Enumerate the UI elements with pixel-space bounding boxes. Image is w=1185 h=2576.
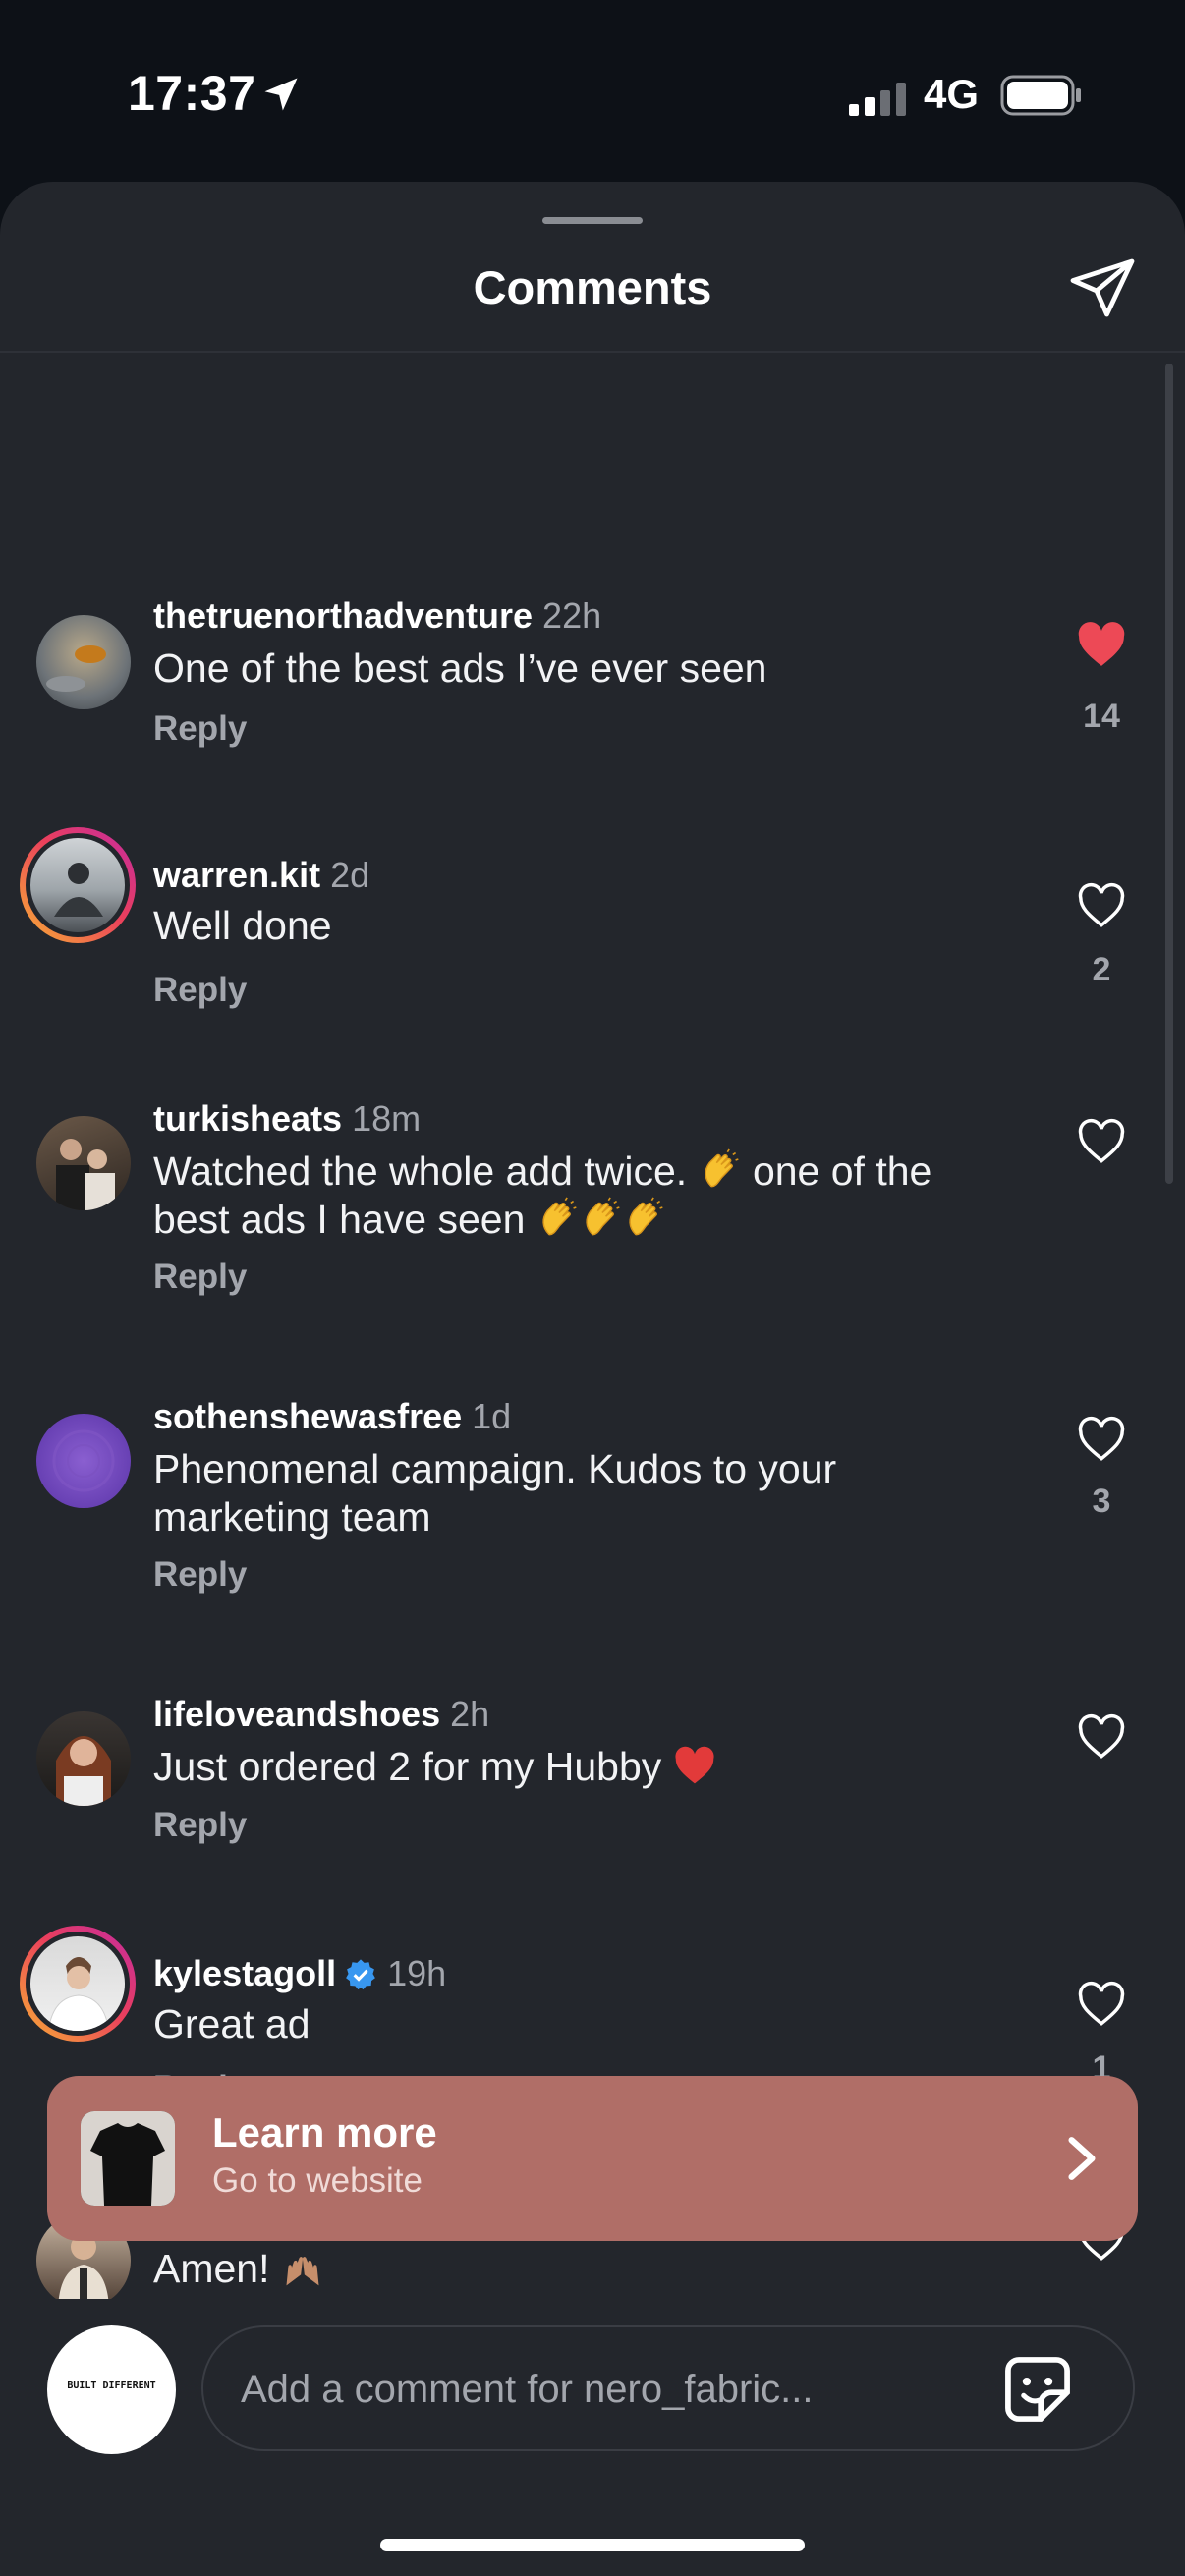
- comment-time: 18m: [352, 1098, 422, 1139]
- comment-item: sothenshewasfree 1d Phenomenal campaign. …: [0, 1376, 1185, 1632]
- status-bar: 17:37 4G: [0, 0, 1185, 182]
- reply-button[interactable]: Reply: [153, 1806, 247, 1845]
- chevron-right-icon[interactable]: [1061, 2134, 1102, 2183]
- comment-username[interactable]: kylestagoll 19h: [153, 1953, 446, 1994]
- heart-icon[interactable]: [1075, 1713, 1128, 1761]
- comment-text: Watched the whole add twice. one of the …: [153, 1148, 932, 1242]
- avatar: [26, 1932, 130, 2036]
- like-count: 2: [1092, 951, 1111, 988]
- location-arrow-icon: [264, 78, 298, 111]
- comment-text: Well done: [153, 903, 332, 948]
- heart-icon[interactable]: [1075, 621, 1128, 668]
- comment-text: Great ad: [153, 2001, 310, 2046]
- network-type: 4G: [924, 71, 980, 117]
- my-avatar-logo-text: BUILT DIFFERENT: [67, 2380, 156, 2391]
- avatar-photo: [56, 1736, 111, 1806]
- heart-icon[interactable]: [1075, 1118, 1128, 1165]
- comment-time: 19h: [387, 1953, 447, 1993]
- sheet-title: Comments: [473, 261, 712, 313]
- comment-username[interactable]: thetruenorthadventure 22h: [153, 595, 601, 637]
- sticker-icon[interactable]: [1000, 2352, 1075, 2427]
- learn-more-banner[interactable]: [47, 2076, 1138, 2241]
- home-indicator[interactable]: [380, 2539, 805, 2551]
- clapping-hands-emoji: [586, 1197, 620, 1236]
- comment-text: Phenomenal campaign. Kudos to your marke…: [153, 1446, 837, 1540]
- avatar: [26, 833, 130, 937]
- cellular-signal-icon: [849, 83, 906, 116]
- heart-icon[interactable]: [1075, 1981, 1128, 2028]
- raised-hands-emoji: [286, 2257, 319, 2286]
- comment-username[interactable]: warren.kit 2d: [153, 855, 369, 896]
- comment-time: 1d: [472, 1396, 512, 1436]
- comment-text: One of the best ads I’ve ever seen: [153, 645, 767, 691]
- avatar[interactable]: [36, 1711, 131, 1806]
- comment-time: 2d: [330, 855, 370, 895]
- comment-item: warren.kit 2d Well done Reply 2: [0, 827, 1185, 1083]
- like-count: 14: [1083, 698, 1120, 735]
- reply-button[interactable]: Reply: [153, 709, 247, 749]
- paper-plane-icon[interactable]: [1067, 252, 1138, 323]
- comment-text: Just ordered 2 for my Hubby: [153, 1743, 1018, 1791]
- avatar-photo: [54, 863, 103, 917]
- heart-icon[interactable]: [1075, 1416, 1128, 1463]
- heart-icon[interactable]: [1075, 882, 1128, 929]
- comment-time: 22h: [542, 595, 602, 636]
- comment-item: lifeloveandshoes 2h Just ordered 2 for my…: [0, 1674, 1185, 1930]
- comment-item: turkisheats 18m Watched the whole add twi…: [0, 1079, 1185, 1334]
- comment-time: 2h: [450, 1694, 490, 1734]
- battery-icon: [1000, 75, 1081, 116]
- like-count: 3: [1092, 1483, 1111, 1520]
- comment-text: Amen!: [153, 2245, 1018, 2293]
- status-time: 17:37: [128, 66, 256, 121]
- avatar[interactable]: [36, 615, 131, 709]
- shirt-thumbnail-image: [81, 2111, 175, 2206]
- reply-button[interactable]: Reply: [153, 971, 247, 1010]
- avatar-photo: [47, 1957, 110, 2031]
- banner-subtitle: Go to website: [212, 2161, 423, 2200]
- reply-button[interactable]: Reply: [153, 1555, 247, 1595]
- comment-username[interactable]: turkisheats 18m: [153, 1098, 421, 1140]
- avatar-story-ring[interactable]: [20, 1926, 136, 2042]
- avatar-photo: [46, 645, 106, 692]
- verified-badge-icon: [346, 1959, 375, 1990]
- avatar-photo: [52, 1429, 115, 1492]
- comment-list: thetruenorthadventure 22h One of the best…: [0, 364, 1185, 2299]
- reply-button[interactable]: Reply: [153, 1258, 247, 1297]
- red-heart-emoji: [675, 1746, 714, 1784]
- banner-thumbnail: [81, 2111, 175, 2206]
- sheet-grabber[interactable]: [542, 217, 643, 224]
- avatar[interactable]: [36, 1116, 131, 1210]
- clapping-hands-emoji: [542, 1197, 577, 1236]
- comment-input[interactable]: [239, 2357, 970, 2422]
- comment-input-wrapper[interactable]: [201, 2325, 1135, 2451]
- header-divider: [0, 351, 1185, 353]
- clapping-hands-emoji: [704, 1148, 739, 1188]
- avatar-photo: [56, 1139, 115, 1210]
- banner-title: Learn more: [212, 2109, 437, 2156]
- comment-item: thetruenorthadventure 22h One of the best…: [0, 578, 1185, 833]
- clapping-hands-emoji: [629, 1197, 663, 1236]
- avatar[interactable]: [36, 1414, 131, 1508]
- comment-username[interactable]: lifeloveandshoes 2h: [153, 1694, 489, 1735]
- comment-username[interactable]: sothenshewasfree 1d: [153, 1396, 511, 1437]
- avatar-story-ring[interactable]: [20, 827, 136, 943]
